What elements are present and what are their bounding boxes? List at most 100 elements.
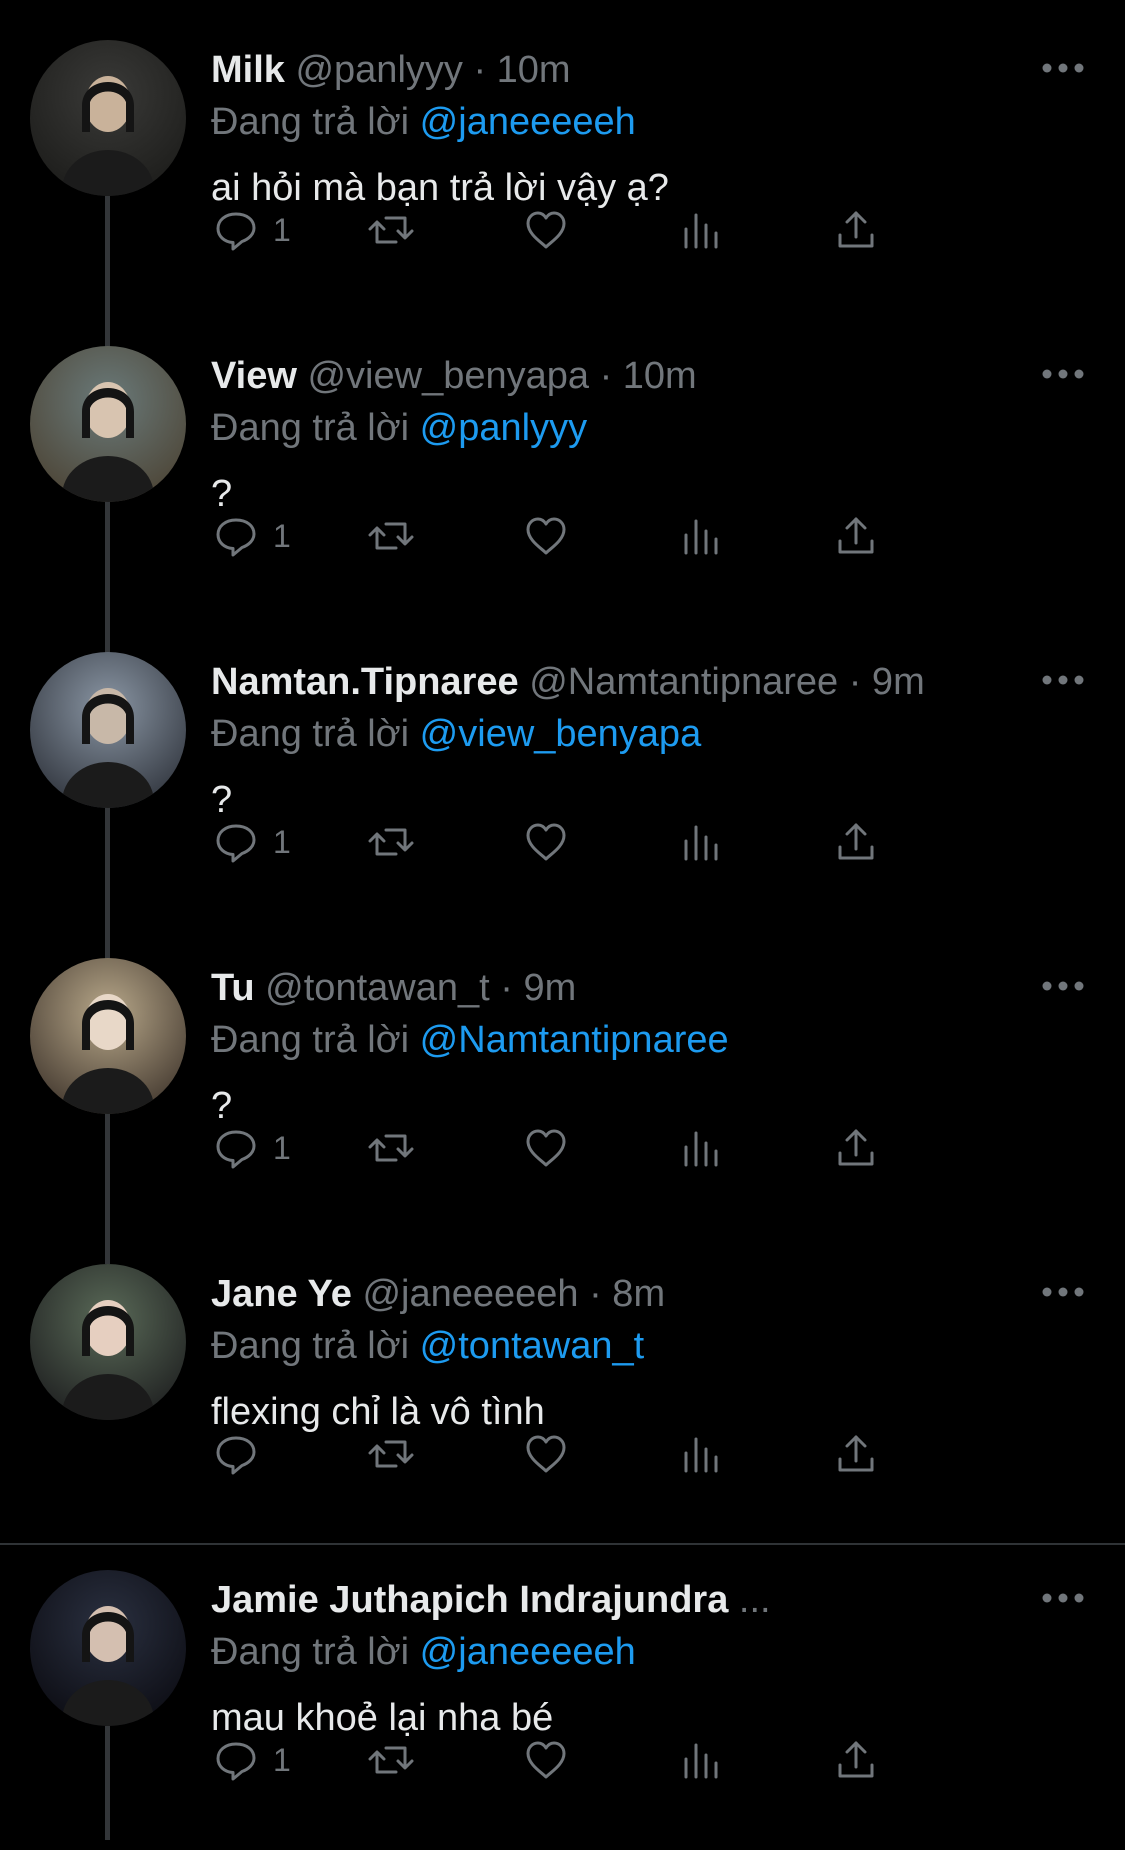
replying-to-mention[interactable]: @tontawan_t <box>420 1325 645 1367</box>
views-button[interactable] <box>676 506 726 566</box>
avatar[interactable] <box>30 40 186 196</box>
reply-button[interactable]: 1 <box>211 506 291 566</box>
more-options-icon[interactable] <box>1040 1578 1086 1618</box>
share-upload-icon <box>831 1429 881 1479</box>
replying-to-mention[interactable]: @view_benyapa <box>420 713 702 755</box>
views-button[interactable] <box>676 1118 726 1178</box>
more-options-icon[interactable] <box>1040 966 1086 1006</box>
views-button[interactable] <box>676 812 726 872</box>
tweet-action-bar <box>211 1424 1011 1484</box>
user-handle[interactable]: @janeeeeeh <box>362 1273 578 1315</box>
display-name[interactable]: Tu <box>211 967 255 1009</box>
views-button[interactable] <box>676 200 726 260</box>
thread-connector-line <box>105 1726 110 1840</box>
tweet-header: View @view_benyapa · 10m <box>211 350 1041 402</box>
views-button[interactable] <box>676 1424 726 1484</box>
display-name[interactable]: Namtan.Tipnaree <box>211 661 519 703</box>
like-button[interactable] <box>521 1118 571 1178</box>
user-handle[interactable]: @view_benyapa <box>307 355 589 397</box>
retweet-button[interactable] <box>366 200 416 260</box>
avatar[interactable] <box>30 1264 186 1420</box>
replying-to-label: Đang trả lời <box>211 1631 410 1673</box>
replying-to-mention[interactable]: @Namtantipnaree <box>420 1019 729 1061</box>
heart-icon <box>521 1123 571 1173</box>
like-button[interactable] <box>521 1730 571 1790</box>
thread-divider <box>0 1543 1125 1545</box>
replying-to-label: Đang trả lời <box>211 1019 410 1061</box>
share-upload-icon <box>831 1123 881 1173</box>
timestamp[interactable]: · 9m <box>500 967 576 1009</box>
replying-to-mention[interactable]: @panlyyy <box>420 407 587 449</box>
retweet-icon <box>366 511 416 561</box>
retweet-button[interactable] <box>366 1424 416 1484</box>
more-options-icon[interactable] <box>1040 354 1086 394</box>
retweet-icon <box>366 1735 416 1785</box>
tweet-header: Milk @panlyyy · 10m <box>211 44 1041 96</box>
more-options-icon[interactable] <box>1040 48 1086 88</box>
tweet-header: Tu @tontawan_t · 9m <box>211 962 1041 1014</box>
share-button[interactable] <box>831 1730 881 1790</box>
tweet[interactable]: Milk @panlyyy · 10m Đang trả lời @janeee… <box>0 0 1125 306</box>
reply-button[interactable]: 1 <box>211 200 291 260</box>
tweet[interactable]: Jane Ye @janeeeeeh · 8m Đang trả lời @to… <box>0 1224 1125 1530</box>
views-bar-chart-icon <box>676 1123 726 1173</box>
display-name[interactable]: Jane Ye <box>211 1273 352 1315</box>
avatar[interactable] <box>30 1570 186 1726</box>
tweet[interactable]: Tu @tontawan_t · 9m Đang trả lời @Namtan… <box>0 918 1125 1224</box>
replying-to-mention[interactable]: @janeeeeeh <box>420 1631 636 1673</box>
avatar[interactable] <box>30 652 186 808</box>
reply-button[interactable]: 1 <box>211 1118 291 1178</box>
timestamp[interactable]: · 10m <box>600 355 697 397</box>
avatar[interactable] <box>30 958 186 1114</box>
like-button[interactable] <box>521 812 571 872</box>
tweet[interactable]: View @view_benyapa · 10m Đang trả lời @p… <box>0 306 1125 612</box>
retweet-button[interactable] <box>366 1118 416 1178</box>
replying-to-label: Đang trả lời <box>211 407 410 449</box>
share-button[interactable] <box>831 1424 881 1484</box>
replying-to-mention[interactable]: @janeeeeeh <box>420 101 636 143</box>
share-button[interactable] <box>831 506 881 566</box>
user-handle[interactable]: @tontawan_t <box>265 967 490 1009</box>
heart-icon <box>521 1735 571 1785</box>
display-name[interactable]: View <box>211 355 297 397</box>
share-button[interactable] <box>831 812 881 872</box>
retweet-button[interactable] <box>366 1730 416 1790</box>
reply-count: 1 <box>273 211 291 248</box>
share-button[interactable] <box>831 1118 881 1178</box>
reply-button[interactable]: 1 <box>211 812 291 872</box>
views-button[interactable] <box>676 1730 726 1790</box>
retweet-button[interactable] <box>366 506 416 566</box>
share-button[interactable] <box>831 200 881 260</box>
user-handle[interactable]: @panlyyy <box>295 49 462 91</box>
retweet-icon <box>366 817 416 867</box>
user-handle[interactable]: ... <box>739 1579 771 1621</box>
replying-to-label: Đang trả lời <box>211 713 410 755</box>
replying-to-line: Đang trả lời @view_benyapa <box>211 708 1041 760</box>
replying-to-line: Đang trả lời @panlyyy <box>211 402 1041 454</box>
timestamp[interactable]: · 8m <box>589 1273 665 1315</box>
more-options-icon[interactable] <box>1040 660 1086 700</box>
reply-bubble-icon <box>211 817 261 867</box>
tweet[interactable]: Jamie Juthapich Indrajundra ... Đang trả… <box>0 1530 1125 1840</box>
like-button[interactable] <box>521 1424 571 1484</box>
retweet-icon <box>366 1123 416 1173</box>
heart-icon <box>521 205 571 255</box>
like-button[interactable] <box>521 506 571 566</box>
timestamp[interactable]: · 9m <box>849 661 925 703</box>
avatar[interactable] <box>30 346 186 502</box>
display-name[interactable]: Milk <box>211 49 285 91</box>
reply-button[interactable]: 1 <box>211 1730 291 1790</box>
timestamp[interactable]: · 10m <box>473 49 570 91</box>
replying-to-label: Đang trả lời <box>211 101 410 143</box>
thread-connector-line <box>105 1224 110 1264</box>
retweet-button[interactable] <box>366 812 416 872</box>
reply-button[interactable] <box>211 1424 273 1484</box>
like-button[interactable] <box>521 200 571 260</box>
tweet[interactable]: Namtan.Tipnaree @Namtantipnaree · 9m Đan… <box>0 612 1125 918</box>
display-name[interactable]: Jamie Juthapich Indrajundra <box>211 1579 728 1621</box>
reply-count: 1 <box>273 1129 291 1166</box>
more-options-icon[interactable] <box>1040 1272 1086 1312</box>
tweet-header: Jamie Juthapich Indrajundra ... <box>211 1574 1041 1626</box>
user-handle[interactable]: @Namtantipnaree <box>529 661 838 703</box>
reply-bubble-icon <box>211 205 261 255</box>
